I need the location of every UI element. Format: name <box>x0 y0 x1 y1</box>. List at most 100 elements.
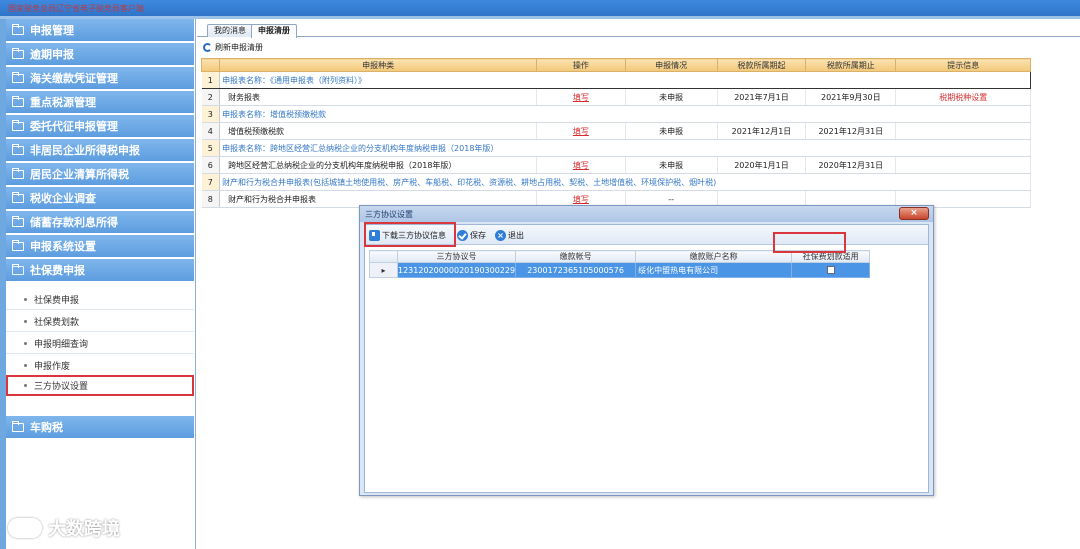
applicable-checkbox-cell[interactable] <box>791 262 871 278</box>
menu-group-label: 社保费申报 <box>30 264 85 277</box>
period-start-cell: 2021年12月1日 <box>717 122 807 140</box>
menu-group-entrusted[interactable]: 委托代征申报管理 <box>6 115 194 138</box>
menu-group-customs[interactable]: 海关缴款凭证管理 <box>6 67 194 90</box>
tab-my-messages[interactable]: 我的消息 <box>207 24 253 37</box>
group-title: 申报表名称：增值税预缴税款 <box>219 105 1031 123</box>
dialog-title-bar[interactable]: 三方协议设置 × <box>360 206 933 222</box>
group-title: 财产和行为税合并申报表(包括城镇土地使用税、房产税、车船税、印花税、资源税、耕地… <box>219 173 1031 191</box>
tip-cell <box>895 122 1031 140</box>
watermark-logo-icon <box>8 518 42 538</box>
period-end-cell: 2021年12月31日 <box>805 122 897 140</box>
agreement-number-cell[interactable]: 12312020000020190300229 <box>396 262 517 278</box>
table-row[interactable]: 6 跨地区经营汇总纳税企业的分支机构年度纳税申报（2018年版） 填写 未申报 … <box>201 156 1031 174</box>
table-group-row[interactable]: 3 申报表名称：增值税预缴税款 <box>201 105 1031 123</box>
fill-link[interactable]: 填写 <box>536 122 626 140</box>
menu-group-label: 重点税源管理 <box>30 96 96 109</box>
menu-group-social-security[interactable]: 社保费申报 <box>6 259 194 282</box>
save-check-icon <box>457 229 468 241</box>
sidebar-item-void[interactable]: 申报作废 <box>6 355 194 376</box>
menu-group-label: 车购税 <box>30 421 63 434</box>
close-button[interactable]: × <box>899 207 929 220</box>
folder-icon <box>12 23 24 35</box>
table-group-row[interactable]: 1 申报表名称：《通用申报表（附列资料）》 <box>201 71 1031 89</box>
sidebar-item-label: 社保费申报 <box>34 295 80 306</box>
sidebar-item-social-declare[interactable]: 社保费申报 <box>6 289 194 310</box>
period-end-cell: 2020年12月31日 <box>805 156 897 174</box>
watermark-text: 大数跨境 <box>48 519 120 540</box>
table-group-row[interactable]: 7 财产和行为税合并申报表(包括城镇土地使用税、房产税、车船税、印花税、资源税、… <box>201 173 1031 191</box>
refresh-icon <box>203 42 212 52</box>
sidebar-item-social-transfer[interactable]: 社保费划款 <box>6 311 194 332</box>
folder-icon <box>12 191 24 203</box>
menu-group-label: 逾期申报 <box>30 48 74 61</box>
row-number: 1 <box>201 71 221 89</box>
column-header: 税款所属期起 <box>716 58 807 72</box>
declaration-table: 申报种类 操作 申报情况 税款所属期起 税款所属期止 提示信息 1 申报表名称：… <box>200 58 1031 208</box>
refresh-label: 刷新申报清册 <box>215 42 263 52</box>
table-row[interactable]: ▸ 12312020000020190300229 23001723651050… <box>369 262 871 278</box>
menu-group-nonresident[interactable]: 非居民企业所得税申报 <box>6 139 194 162</box>
menu-group-survey[interactable]: 税收企业调查 <box>6 187 194 210</box>
tab-declaration-list[interactable]: 申报清册 <box>251 24 297 38</box>
sidebar-item-label: 社保费划款 <box>34 317 80 328</box>
tip-cell[interactable]: 税期税种设置 <box>895 88 1031 106</box>
menu-group-vehicle-tax[interactable]: 车购税 <box>6 416 194 439</box>
watermark: 大数跨境 <box>8 515 120 541</box>
column-header: 申报种类 <box>219 58 538 72</box>
column-header: 三方协议号 <box>396 250 517 263</box>
bullet-icon <box>24 383 27 387</box>
tip-cell <box>895 156 1031 174</box>
period-start-cell: 2020年1月1日 <box>717 156 807 174</box>
sidebar-item-label: 申报作废 <box>34 361 71 372</box>
row-number: 8 <box>201 190 221 208</box>
table-row[interactable]: 2 财务报表 填写 未申报 2021年7月1日 2021年9月30日 税期税种设… <box>201 88 1031 106</box>
fill-link[interactable]: 填写 <box>536 88 626 106</box>
column-header <box>200 58 221 72</box>
fill-link[interactable]: 填写 <box>536 156 626 174</box>
download-icon <box>369 229 380 241</box>
column-header: 操作 <box>536 58 626 72</box>
table-row[interactable]: 4 增值税预缴税款 填写 未申报 2021年12月1日 2021年12月31日 <box>201 122 1031 140</box>
menu-group-overdue[interactable]: 逾期申报 <box>6 43 194 66</box>
account-name-cell[interactable]: 绥化中盟热电有限公司 <box>635 262 793 278</box>
menu-group-label: 非居民企业所得税申报 <box>30 144 140 157</box>
window-title: 国家税务总局辽宁省电子税务局客户端 <box>8 4 144 13</box>
folder-icon <box>12 47 24 59</box>
sidebar-item-detail-query[interactable]: 申报明细查询 <box>6 333 194 354</box>
tab-strip: 我的消息 申报清册 <box>197 21 1080 38</box>
save-button[interactable]: 保存 <box>457 228 486 242</box>
folder-open-icon <box>12 263 24 275</box>
column-header: 缴款帐号 <box>515 250 637 263</box>
refresh-button[interactable]: 刷新申报清册 <box>203 40 263 54</box>
menu-group-interest[interactable]: 储蓄存款利息所得 <box>6 211 194 234</box>
account-number-cell[interactable]: 2300172365105000576 <box>515 262 637 278</box>
status-cell: 未申报 <box>625 156 718 174</box>
sidebar: 申报管理 逾期申报 海关缴款凭证管理 重点税源管理 委托代征申报管理 非居民企业… <box>0 19 196 549</box>
sidebar-item-tripartite-agreement[interactable]: 三方协议设置 <box>6 375 194 396</box>
folder-icon <box>12 71 24 83</box>
row-number: 3 <box>201 105 221 123</box>
column-header: 申报情况 <box>624 58 718 72</box>
menu-group-resident-liquidation[interactable]: 居民企业清算所得税 <box>6 163 194 186</box>
menu-group-key-source[interactable]: 重点税源管理 <box>6 91 194 114</box>
row-number: 4 <box>201 122 221 140</box>
menu-group-label: 税收企业调查 <box>30 192 96 205</box>
status-cell: 未申报 <box>625 88 718 106</box>
menu-group-label: 居民企业清算所得税 <box>30 168 129 181</box>
folder-icon <box>12 420 24 432</box>
declaration-name: 跨地区经营汇总纳税企业的分支机构年度纳税申报（2018年版） <box>219 156 538 174</box>
menu-group-label: 储蓄存款利息所得 <box>30 216 118 229</box>
exit-icon: × <box>495 229 506 241</box>
folder-icon <box>12 95 24 107</box>
download-agreement-button[interactable]: 下载三方协议信息 <box>364 222 456 247</box>
row-number: 2 <box>201 88 221 106</box>
menu-group-declaration-management[interactable]: 申报管理 <box>6 19 194 42</box>
bullet-icon <box>24 319 27 323</box>
exit-label: 退出 <box>508 230 524 240</box>
column-header: 提示信息 <box>895 58 1031 72</box>
sidebar-item-label: 三方协议设置 <box>34 381 89 392</box>
table-group-row[interactable]: 5 申报表名称：跨地区经营汇总纳税企业的分支机构年度纳税申报（2018年版） <box>201 139 1031 157</box>
menu-group-settings[interactable]: 申报系统设置 <box>6 235 194 258</box>
exit-button[interactable]: × 退出 <box>495 228 524 242</box>
applicable-checkbox[interactable] <box>826 266 835 274</box>
